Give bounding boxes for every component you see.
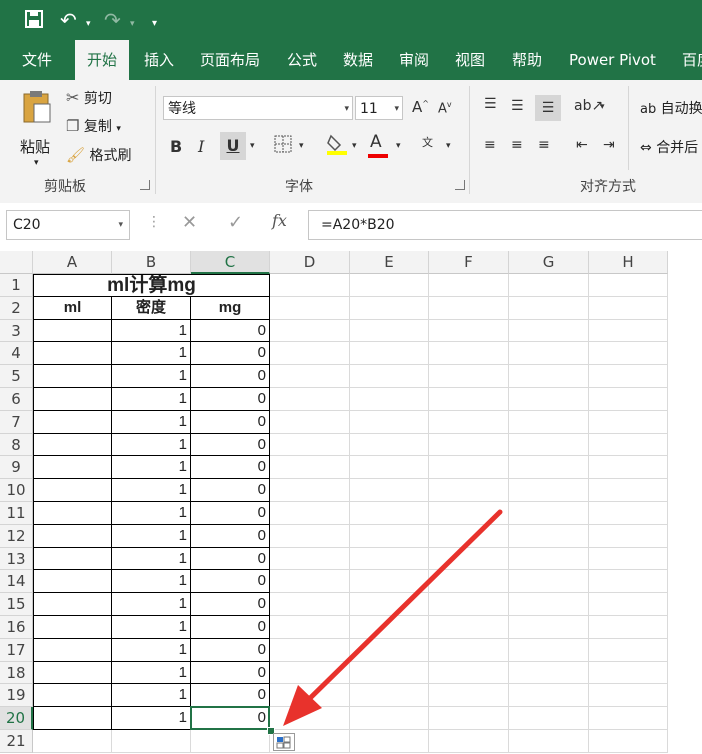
red-arrow-annotation bbox=[283, 509, 503, 726]
